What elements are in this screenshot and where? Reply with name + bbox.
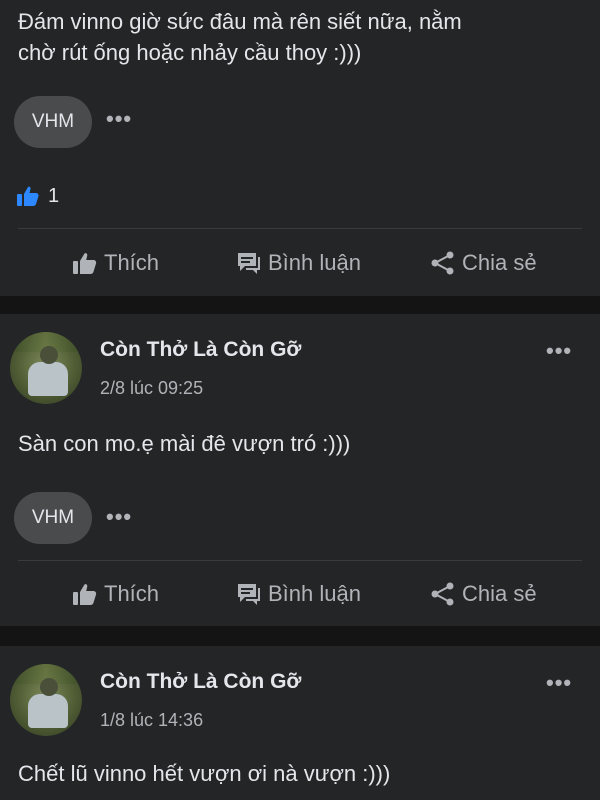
like-reaction-icon [17, 186, 39, 206]
comment-button[interactable]: Bình luận [236, 250, 361, 276]
divider [18, 560, 582, 561]
share-icon [431, 582, 454, 606]
tag-more-icon[interactable]: ••• [106, 108, 132, 130]
like-label: Thích [104, 581, 160, 606]
stock-tag-vhm[interactable]: VHM [14, 492, 92, 544]
post-card-2: Còn Thở Là Còn Gỡ 2/8 lúc 09:25 ••• Sàn … [0, 314, 600, 626]
post-text-line: chờ rút ống hoặc nhảy cầu thoy :))) [18, 40, 362, 65]
post-text: Đám vinno giờ sức đâu mà rên siết nữa, n… [18, 6, 462, 68]
author-name[interactable]: Còn Thở Là Còn Gỡ [100, 670, 301, 694]
post-card-1: Đám vinno giờ sức đâu mà rên siết nữa, n… [0, 0, 600, 296]
post-timestamp[interactable]: 2/8 lúc 09:25 [100, 378, 203, 399]
post-text: Sàn con mo.ẹ mài đê vượn tró :))) [18, 431, 351, 456]
share-button[interactable]: Chia sẻ [430, 250, 537, 276]
post-more-icon[interactable]: ••• [546, 340, 572, 362]
thumbs-up-icon [73, 584, 97, 605]
share-label: Chia sẻ [462, 581, 537, 606]
post-card-3: Còn Thở Là Còn Gỡ 1/8 lúc 14:36 ••• Chết… [0, 646, 600, 800]
stock-tag-vhm[interactable]: VHM [14, 96, 92, 148]
comment-button[interactable]: Bình luận [236, 581, 361, 607]
comment-icon [238, 253, 260, 274]
share-icon [431, 251, 454, 275]
post-text: Chết lũ vinno hết vượn ơi nà vượn :))) [18, 761, 391, 786]
like-button[interactable]: Thích [72, 250, 159, 276]
post-separator [0, 296, 600, 314]
share-label: Chia sẻ [462, 250, 537, 275]
post-timestamp[interactable]: 1/8 lúc 14:36 [100, 710, 203, 731]
avatar[interactable] [10, 664, 82, 736]
post-separator [0, 626, 600, 646]
like-count: 1 [48, 184, 60, 207]
comment-icon [238, 584, 260, 605]
reaction-summary[interactable]: 1 [16, 184, 59, 208]
author-name[interactable]: Còn Thở Là Còn Gỡ [100, 338, 301, 362]
divider [18, 228, 582, 229]
share-button[interactable]: Chia sẻ [430, 581, 537, 607]
post-text-line: Đám vinno giờ sức đâu mà rên siết nữa, n… [18, 9, 462, 34]
avatar[interactable] [10, 332, 82, 404]
comment-label: Bình luận [268, 581, 361, 606]
like-label: Thích [104, 250, 160, 275]
thumbs-up-icon [73, 253, 97, 274]
post-more-icon[interactable]: ••• [546, 672, 572, 694]
tag-more-icon[interactable]: ••• [106, 506, 132, 528]
like-button[interactable]: Thích [72, 581, 159, 607]
comment-label: Bình luận [268, 250, 361, 275]
